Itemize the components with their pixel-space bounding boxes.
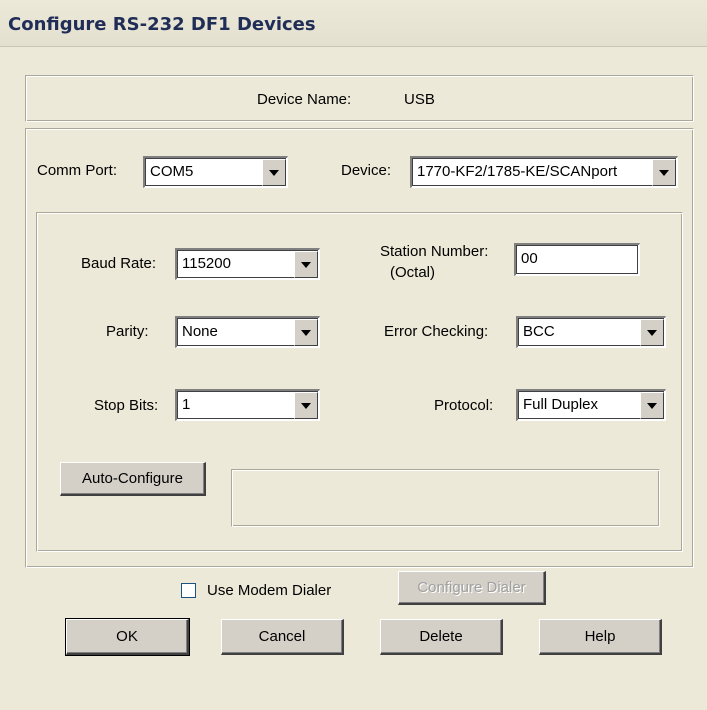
chevron-down-icon[interactable]: [652, 159, 676, 186]
error-checking-select[interactable]: BCC: [516, 316, 666, 348]
device-name-value: USB: [404, 91, 435, 108]
title-bar: Configure RS-232 DF1 Devices: [0, 0, 707, 47]
configure-dialer-button[interactable]: Configure Dialer: [398, 571, 546, 605]
device-value: 1770-KF2/1785-KE/SCANport: [417, 163, 618, 180]
baud-rate-value: 115200: [182, 255, 231, 272]
baud-rate-label: Baud Rate:: [81, 255, 157, 272]
parity-value: None: [182, 323, 218, 340]
stop-bits-value: 1: [182, 396, 191, 413]
chevron-down-icon[interactable]: [294, 392, 318, 419]
error-checking-label: Error Checking:: [384, 323, 489, 340]
comm-port-label: Comm Port:: [37, 162, 118, 179]
comm-port-select[interactable]: COM5: [143, 156, 288, 188]
parity-select[interactable]: None: [175, 316, 320, 348]
protocol-select[interactable]: Full Duplex: [516, 389, 666, 421]
configure-dialog: Configure RS-232 DF1 Devices Device Name…: [0, 0, 707, 710]
stop-bits-select[interactable]: 1: [175, 389, 320, 421]
use-modem-dialer-label: Use Modem Dialer: [207, 582, 332, 599]
protocol-value: Full Duplex: [523, 396, 599, 413]
help-button[interactable]: Help: [539, 619, 662, 655]
station-number-input[interactable]: 00: [514, 243, 640, 276]
chevron-down-icon[interactable]: [640, 319, 664, 346]
stop-bits-label: Stop Bits:: [94, 397, 159, 414]
baud-rate-select[interactable]: 115200: [175, 248, 320, 280]
chevron-down-icon[interactable]: [262, 159, 286, 186]
chevron-down-icon[interactable]: [640, 392, 664, 419]
auto-configure-status: [231, 469, 660, 527]
station-number-octal-label: (Octal): [390, 264, 435, 281]
delete-button[interactable]: Delete: [380, 619, 503, 655]
dialog-title: Configure RS-232 DF1 Devices: [8, 14, 316, 35]
protocol-label: Protocol:: [434, 397, 494, 414]
device-name-box: [25, 75, 694, 122]
device-select[interactable]: 1770-KF2/1785-KE/SCANport: [410, 156, 678, 188]
comm-port-value: COM5: [150, 163, 194, 180]
chevron-down-icon[interactable]: [294, 319, 318, 346]
chevron-down-icon[interactable]: [294, 251, 318, 278]
device-name-label: Device Name:: [257, 91, 352, 108]
auto-configure-button[interactable]: Auto-Configure: [60, 462, 206, 496]
error-checking-value: BCC: [523, 323, 555, 340]
device-label: Device:: [341, 162, 392, 179]
cancel-button[interactable]: Cancel: [221, 619, 344, 655]
parity-label: Parity:: [106, 323, 149, 340]
ok-button[interactable]: OK: [65, 618, 190, 656]
station-number-label: Station Number:: [380, 243, 489, 260]
use-modem-dialer-checkbox[interactable]: [181, 583, 196, 598]
